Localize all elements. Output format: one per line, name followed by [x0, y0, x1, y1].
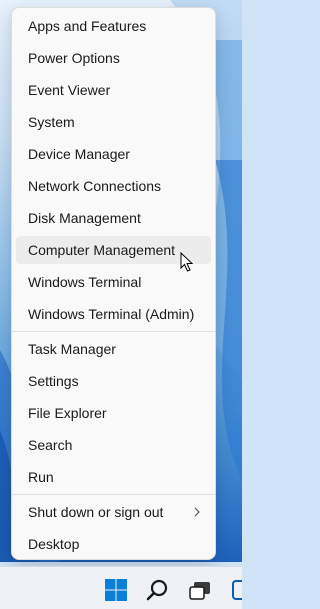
widgets-icon[interactable] — [222, 567, 242, 609]
menu-item-windows-terminal-admin[interactable]: Windows Terminal (Admin) — [16, 300, 211, 328]
menu-separator — [12, 494, 215, 495]
menu-item-device-manager[interactable]: Device Manager — [16, 140, 211, 168]
mouse-cursor-icon — [180, 251, 194, 278]
menu-item-network-connections[interactable]: Network Connections — [16, 172, 211, 200]
menu-item-run[interactable]: Run — [16, 463, 211, 491]
menu-item-disk-management[interactable]: Disk Management — [16, 204, 211, 232]
menu-item-search[interactable]: Search — [16, 431, 211, 459]
menu-item-system[interactable]: System — [16, 108, 211, 136]
taskbar — [0, 566, 242, 609]
context-menu: Apps and Features Power Options Event Vi… — [11, 7, 216, 560]
menu-item-task-manager[interactable]: Task Manager — [16, 335, 211, 363]
menu-item-apps-and-features[interactable]: Apps and Features — [16, 12, 211, 40]
menu-item-label: Shut down or sign out — [28, 504, 164, 520]
windows-start-icon[interactable] — [96, 567, 136, 609]
menu-item-event-viewer[interactable]: Event Viewer — [16, 76, 211, 104]
menu-separator — [12, 331, 215, 332]
menu-item-settings[interactable]: Settings — [16, 367, 211, 395]
chevron-right-icon — [191, 498, 203, 526]
menu-item-file-explorer[interactable]: File Explorer — [16, 399, 211, 427]
task-view-icon[interactable] — [180, 567, 220, 609]
search-icon[interactable] — [138, 567, 178, 609]
menu-item-power-options[interactable]: Power Options — [16, 44, 211, 72]
menu-item-shut-down-or-sign-out[interactable]: Shut down or sign out — [16, 498, 211, 526]
menu-item-desktop[interactable]: Desktop — [16, 530, 211, 558]
